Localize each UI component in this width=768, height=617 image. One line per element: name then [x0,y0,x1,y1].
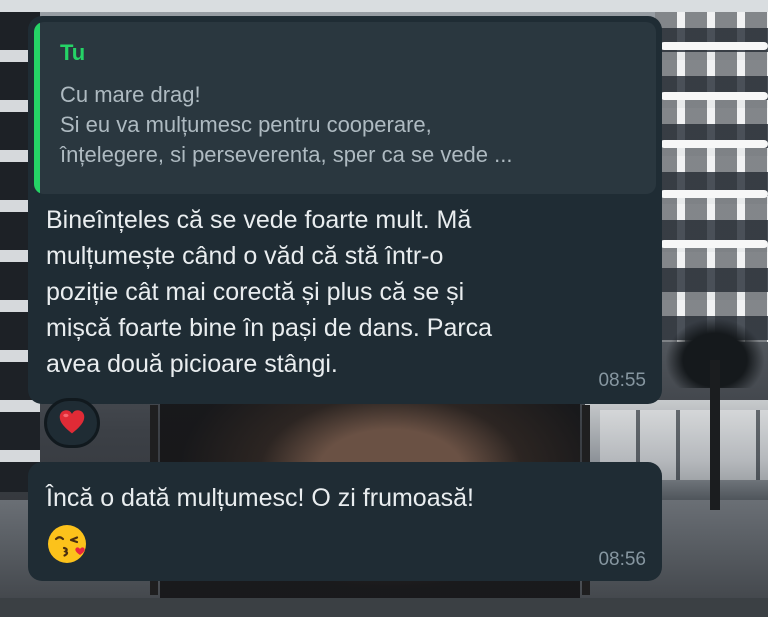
reaction-badge[interactable] [44,398,100,448]
wallpaper-balcony [660,42,768,50]
quote-accent-bar [34,22,40,194]
wallpaper-balcony [660,92,768,100]
message-bubble-thanks[interactable]: Încă o dată mulțumesc! O zi frumoasă! 08… [28,462,662,581]
wallpaper-bottom [0,598,768,617]
quoted-message[interactable]: Tu Cu mare drag! Si eu va mulțumesc pent… [34,22,656,194]
message-text: Bineînțeles că se vede foarte mult. Mă m… [46,206,493,378]
message-timestamp: 08:55 [598,370,646,391]
wallpaper-sky [0,0,768,12]
wallpaper-balcony [660,190,768,198]
wallpaper-building-right [655,12,768,342]
message-text: Încă o dată mulțumesc! O zi frumoasă! [46,484,474,512]
heart-icon [59,410,85,434]
message-bubble-reply[interactable]: Tu Cu mare drag! Si eu va mulțumesc pent… [28,16,662,404]
wallpaper-balcony [660,240,768,248]
wallpaper-balcony [660,140,768,148]
quoted-text: Cu mare drag! Si eu va mulțumesc pentru … [60,82,513,167]
kissing-face-with-heart-icon [48,525,86,563]
wallpaper-palm-trunk [710,360,720,510]
message-timestamp: 08:56 [598,549,646,570]
quoted-author: Tu [60,40,86,65]
